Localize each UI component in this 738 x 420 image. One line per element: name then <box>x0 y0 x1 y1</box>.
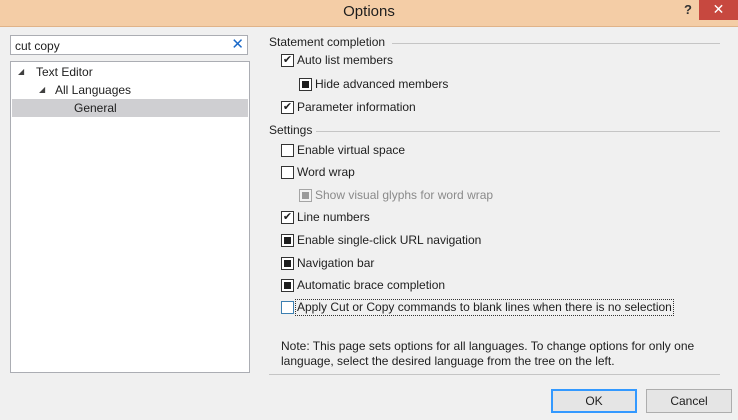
group-statement-completion: Statement completion <box>269 35 386 49</box>
ok-button[interactable]: OK <box>551 389 637 413</box>
clear-search-icon[interactable]: ✕ <box>231 36 244 54</box>
option-label: Enable single-click URL navigation <box>297 233 482 247</box>
expanded-arrow-icon[interactable]: ◢ <box>39 81 45 99</box>
tree-item-label: All Languages <box>55 83 132 97</box>
title-bar: Options ? ✕ <box>0 0 738 27</box>
window-title: Options <box>343 3 395 20</box>
option-label: Hide advanced members <box>315 77 449 91</box>
help-button[interactable]: ? <box>678 0 698 22</box>
option-label: Show visual glyphs for word wrap <box>315 188 494 202</box>
checkbox-indeterminate-icon[interactable] <box>299 78 312 91</box>
option-label: Word wrap <box>297 165 355 179</box>
option-label: Navigation bar <box>297 256 375 270</box>
options-tree[interactable]: ◢ Text Editor ◢ All Languages General <box>10 61 250 373</box>
tree-item-label: General <box>74 101 117 115</box>
group-settings: Settings <box>269 123 313 137</box>
option-label: Apply Cut or Copy commands to blank line… <box>295 299 674 316</box>
option-label: Line numbers <box>297 210 370 224</box>
checkbox-disabled-icon <box>299 189 312 202</box>
checkbox-unchecked-icon[interactable] <box>281 301 294 314</box>
checkbox-indeterminate-icon[interactable] <box>281 279 294 292</box>
checkbox-checked-icon[interactable] <box>281 54 294 67</box>
checkbox-unchecked-icon[interactable] <box>281 166 294 179</box>
option-label: Parameter information <box>297 100 416 114</box>
tree-item-label: Text Editor <box>36 65 93 79</box>
checkbox-checked-icon[interactable] <box>281 101 294 114</box>
search-input[interactable]: cut copy ✕ <box>10 35 248 55</box>
checkbox-indeterminate-icon[interactable] <box>281 257 294 270</box>
tree-item-all-languages[interactable]: ◢ All Languages <box>12 81 248 99</box>
expanded-arrow-icon[interactable]: ◢ <box>18 63 24 81</box>
option-label: Automatic brace completion <box>297 278 446 292</box>
checkbox-checked-icon[interactable] <box>281 211 294 224</box>
checkbox-indeterminate-icon[interactable] <box>281 234 294 247</box>
cancel-button[interactable]: Cancel <box>646 389 732 413</box>
tree-item-text-editor[interactable]: ◢ Text Editor <box>12 63 248 81</box>
note-text: Note: This page sets options for all lan… <box>281 339 695 368</box>
group-divider <box>392 43 720 44</box>
option-label: Auto list members <box>297 53 394 67</box>
group-divider <box>316 131 720 132</box>
tree-item-general[interactable]: General <box>12 99 248 117</box>
checkbox-unchecked-icon[interactable] <box>281 144 294 157</box>
search-input-value: cut copy <box>15 39 60 53</box>
close-button[interactable]: ✕ <box>699 0 738 20</box>
bottom-divider <box>269 374 720 375</box>
option-label: Enable virtual space <box>297 143 406 157</box>
